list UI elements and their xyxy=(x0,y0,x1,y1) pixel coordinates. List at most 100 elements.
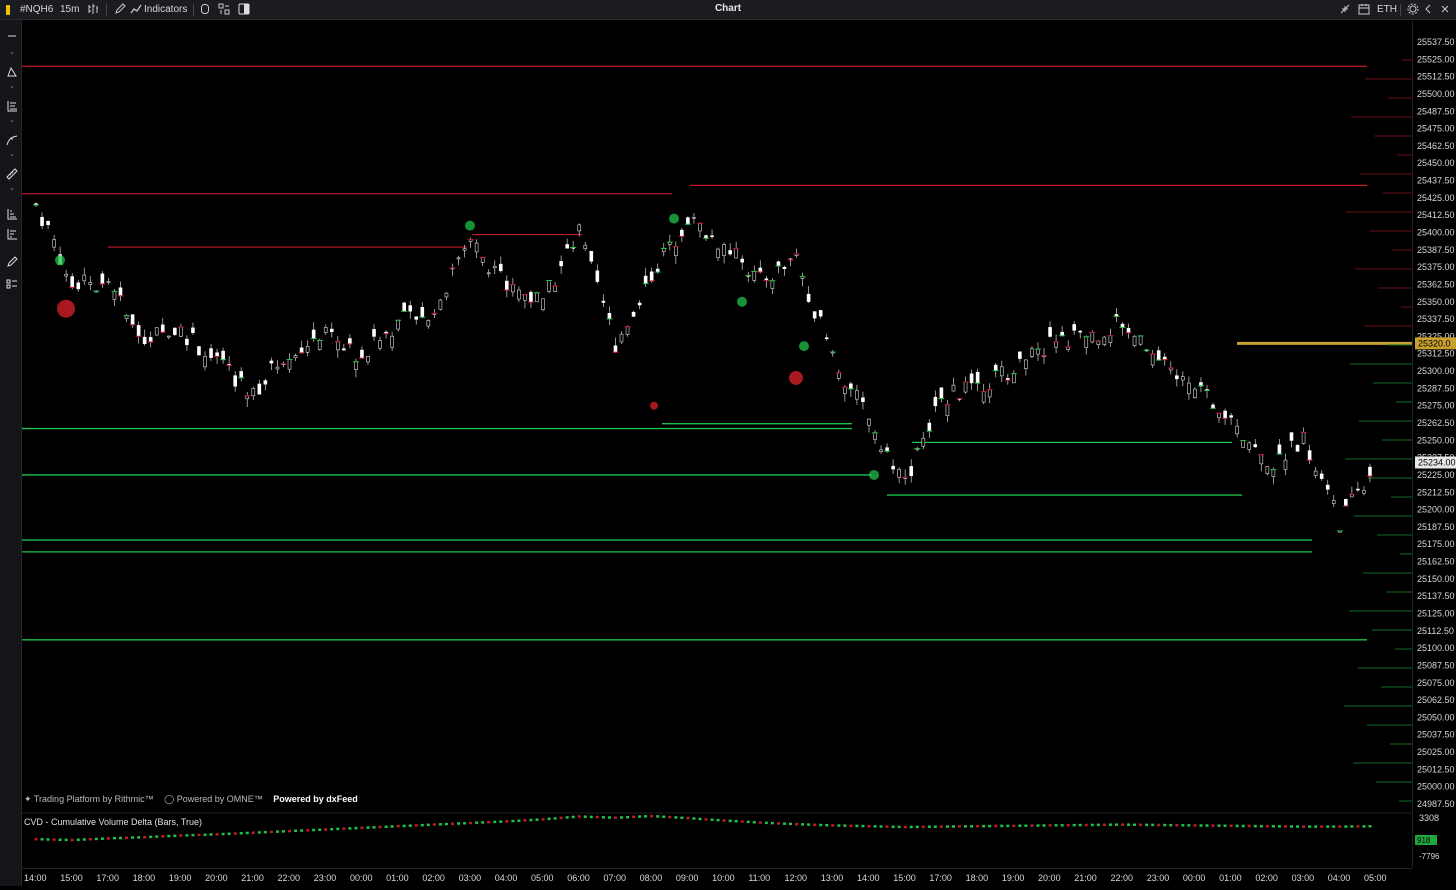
chart-type-icon[interactable] xyxy=(87,3,99,17)
chevron-down-icon[interactable]: ⌄ xyxy=(7,185,17,192)
candle-body xyxy=(402,302,406,312)
ruler-icon[interactable] xyxy=(5,168,19,180)
indicators-icon[interactable] xyxy=(130,3,142,17)
sort-down-icon[interactable] xyxy=(5,228,19,240)
candle-body xyxy=(812,311,817,319)
session-selector[interactable]: ETH xyxy=(1377,3,1397,17)
cvd-bar xyxy=(342,827,346,830)
chevron-left-icon[interactable] xyxy=(1424,3,1432,17)
candle-body xyxy=(1036,348,1040,355)
cvd-bar xyxy=(1296,825,1300,828)
candle-body xyxy=(565,244,569,249)
list-icon[interactable] xyxy=(5,278,19,290)
candle-body xyxy=(734,248,738,259)
candle-body xyxy=(716,248,720,258)
cvd-bar xyxy=(457,822,461,825)
cvd-bar xyxy=(595,815,599,819)
candle-body xyxy=(1283,459,1288,470)
candle-body xyxy=(348,338,352,345)
collapse-icon[interactable] xyxy=(1339,3,1351,17)
cvd-bar xyxy=(782,822,786,825)
price-axis-label: 25162.50 xyxy=(1417,557,1455,567)
cvd-bar xyxy=(807,823,811,826)
cvd-bar xyxy=(988,824,992,828)
price-axis-label: 24987.50 xyxy=(1417,799,1455,809)
cvd-bar xyxy=(770,821,774,825)
candle-body xyxy=(1084,336,1089,348)
time-axis-label: 12:00 xyxy=(785,873,808,883)
cvd-bar xyxy=(891,825,895,829)
cvd-bar xyxy=(1350,825,1354,828)
candle-body xyxy=(311,329,316,339)
candle-body xyxy=(1271,469,1276,477)
price-axis[interactable]: 25537.50 25525.00 25512.50 25500.00 25487.50… xyxy=(1412,20,1456,868)
triangle-tool-icon[interactable] xyxy=(5,66,19,78)
candle-body xyxy=(843,386,847,394)
dxfeed-credit: Powered by dxFeed xyxy=(273,794,358,804)
chart-canvas[interactable] xyxy=(22,20,1412,886)
cvd-bar xyxy=(1066,823,1070,827)
cvd-bar xyxy=(185,834,189,837)
candle-body xyxy=(692,217,696,219)
layout-icon[interactable] xyxy=(218,3,230,17)
brush-icon[interactable] xyxy=(5,256,19,268)
candle-body xyxy=(1060,331,1064,337)
candle-body xyxy=(1018,351,1022,359)
cvd-bar xyxy=(879,825,883,828)
cvd-bar xyxy=(819,823,823,827)
price-chart[interactable] xyxy=(22,20,1412,886)
candle-body xyxy=(1072,324,1076,331)
cvd-bar xyxy=(70,838,74,842)
time-axis[interactable]: 14:00 15:00 17:00 18:00 19:00 20:00 21:00 22:00… xyxy=(22,868,1412,887)
symbol-selector[interactable]: #NQH6 xyxy=(20,3,53,17)
line-tool-icon[interactable] xyxy=(5,30,19,42)
draw-pencil-icon[interactable] xyxy=(114,3,126,17)
cvd-bar xyxy=(964,825,968,828)
cvd-bar xyxy=(257,831,261,834)
timeframe-selector[interactable]: 15m xyxy=(60,3,79,17)
candle-body xyxy=(577,224,582,232)
sort-up-icon[interactable] xyxy=(5,208,19,220)
candle-body xyxy=(1181,376,1185,381)
candle-body xyxy=(354,361,358,370)
volume-bubble xyxy=(465,220,475,231)
cvd-bar xyxy=(716,818,720,822)
candle-body xyxy=(160,324,165,333)
close-icon[interactable] xyxy=(1440,3,1450,17)
candle-body xyxy=(76,282,81,290)
chevron-down-icon[interactable]: ⌄ xyxy=(7,151,17,158)
cvd-indicator-label[interactable]: CVD - Cumulative Volume Delta (Bars, Tru… xyxy=(24,817,202,827)
price-axis-label: 25112.50 xyxy=(1417,626,1454,636)
indicators-button[interactable]: Indicators xyxy=(144,3,187,17)
settings-gear-icon[interactable] xyxy=(1407,3,1419,17)
fib-tool-icon[interactable] xyxy=(5,100,19,112)
cvd-bar xyxy=(432,823,436,826)
candle-body xyxy=(221,350,225,360)
calendar-icon[interactable] xyxy=(1358,3,1370,17)
cvd-bar xyxy=(487,820,491,824)
chevron-down-icon[interactable]: ⌄ xyxy=(7,83,17,90)
chevron-down-icon[interactable]: ⌄ xyxy=(7,49,17,56)
cvd-bar xyxy=(119,836,123,840)
candle-body xyxy=(1368,466,1372,477)
candle-body xyxy=(1193,388,1197,398)
candle-body xyxy=(480,257,485,263)
time-axis-label: 17:00 xyxy=(929,873,952,883)
candle-body xyxy=(740,258,745,263)
panel-toggle-icon[interactable] xyxy=(238,3,250,17)
chevron-down-icon[interactable]: ⌄ xyxy=(7,117,17,124)
cvd-bar xyxy=(1084,823,1088,827)
candle-body xyxy=(1319,473,1324,479)
curve-tool-icon[interactable] xyxy=(5,134,19,146)
time-axis-label: 07:00 xyxy=(603,873,626,883)
candle-body xyxy=(595,270,600,282)
cvd-bar xyxy=(1283,825,1287,828)
price-axis-label: 25200.00 xyxy=(1417,505,1455,515)
cvd-bar xyxy=(577,815,581,818)
clock-icon[interactable] xyxy=(200,3,210,17)
cvd-bar xyxy=(1368,825,1372,828)
candle-body xyxy=(456,257,461,260)
candle-body xyxy=(329,328,334,333)
candle-body xyxy=(1259,454,1264,465)
volume-bubble xyxy=(737,296,747,307)
